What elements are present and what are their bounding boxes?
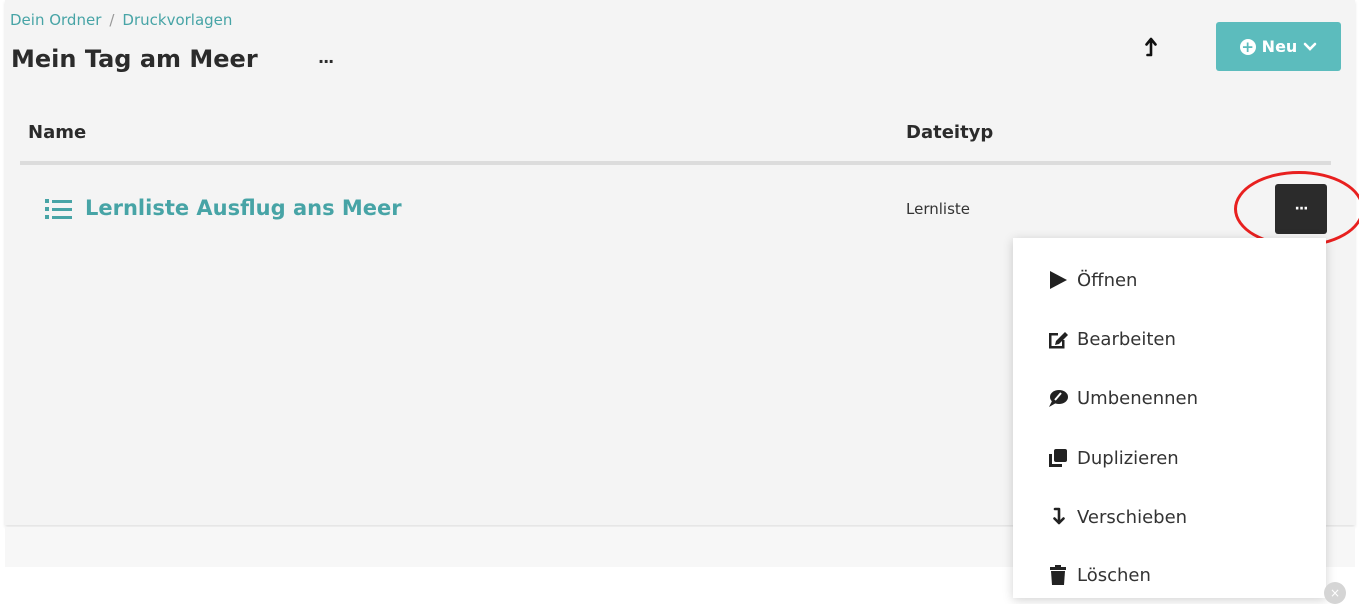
menu-item-label: Umbenennen: [1077, 387, 1198, 409]
edit-icon: [1045, 327, 1071, 351]
up-arrow-icon[interactable]: [1138, 34, 1164, 60]
breadcrumb-separator: /: [109, 11, 115, 29]
menu-item-edit[interactable]: Bearbeiten: [1045, 324, 1176, 354]
list-icon: [44, 197, 74, 221]
menu-item-label: Öffnen: [1077, 269, 1138, 291]
rename-icon: [1045, 386, 1071, 410]
new-button-label: Neu: [1261, 37, 1298, 56]
page-title: Mein Tag am Meer: [11, 45, 258, 73]
duplicate-icon: [1045, 446, 1071, 470]
breadcrumb: Dein Ordner / Druckvorlagen: [10, 11, 232, 29]
menu-item-duplicate[interactable]: Duplizieren: [1045, 443, 1179, 473]
breadcrumb-item-current[interactable]: Druckvorlagen: [122, 11, 232, 29]
move-icon: [1045, 505, 1071, 529]
highlight-circle: [1234, 171, 1359, 247]
breadcrumb-item-root[interactable]: Dein Ordner: [10, 11, 101, 29]
menu-item-delete[interactable]: Löschen: [1045, 560, 1151, 590]
file-name-link[interactable]: Lernliste Ausflug ans Meer: [85, 196, 402, 220]
new-button[interactable]: + Neu: [1216, 22, 1341, 71]
column-header-type[interactable]: Dateityp: [906, 122, 993, 143]
header-divider: [20, 161, 1331, 165]
file-type: Lernliste: [906, 200, 970, 218]
title-more-button[interactable]: ···: [318, 52, 334, 71]
play-icon: [1045, 268, 1071, 292]
menu-item-label: Duplizieren: [1077, 447, 1179, 469]
close-icon[interactable]: ×: [1324, 582, 1346, 604]
chevron-down-icon: [1304, 42, 1317, 51]
menu-item-label: Verschieben: [1077, 506, 1188, 528]
plus-circle-icon: +: [1239, 37, 1256, 56]
menu-item-move[interactable]: Verschieben: [1045, 502, 1187, 532]
column-header-name[interactable]: Name: [28, 122, 86, 143]
menu-item-label: Löschen: [1077, 564, 1151, 586]
menu-item-open[interactable]: Öffnen: [1045, 265, 1137, 295]
context-menu: Öffnen Bearbeiten Umbenennen Duplizieren…: [1013, 238, 1326, 598]
trash-icon: [1045, 563, 1071, 587]
menu-item-rename[interactable]: Umbenennen: [1045, 383, 1198, 413]
menu-item-label: Bearbeiten: [1077, 328, 1176, 350]
